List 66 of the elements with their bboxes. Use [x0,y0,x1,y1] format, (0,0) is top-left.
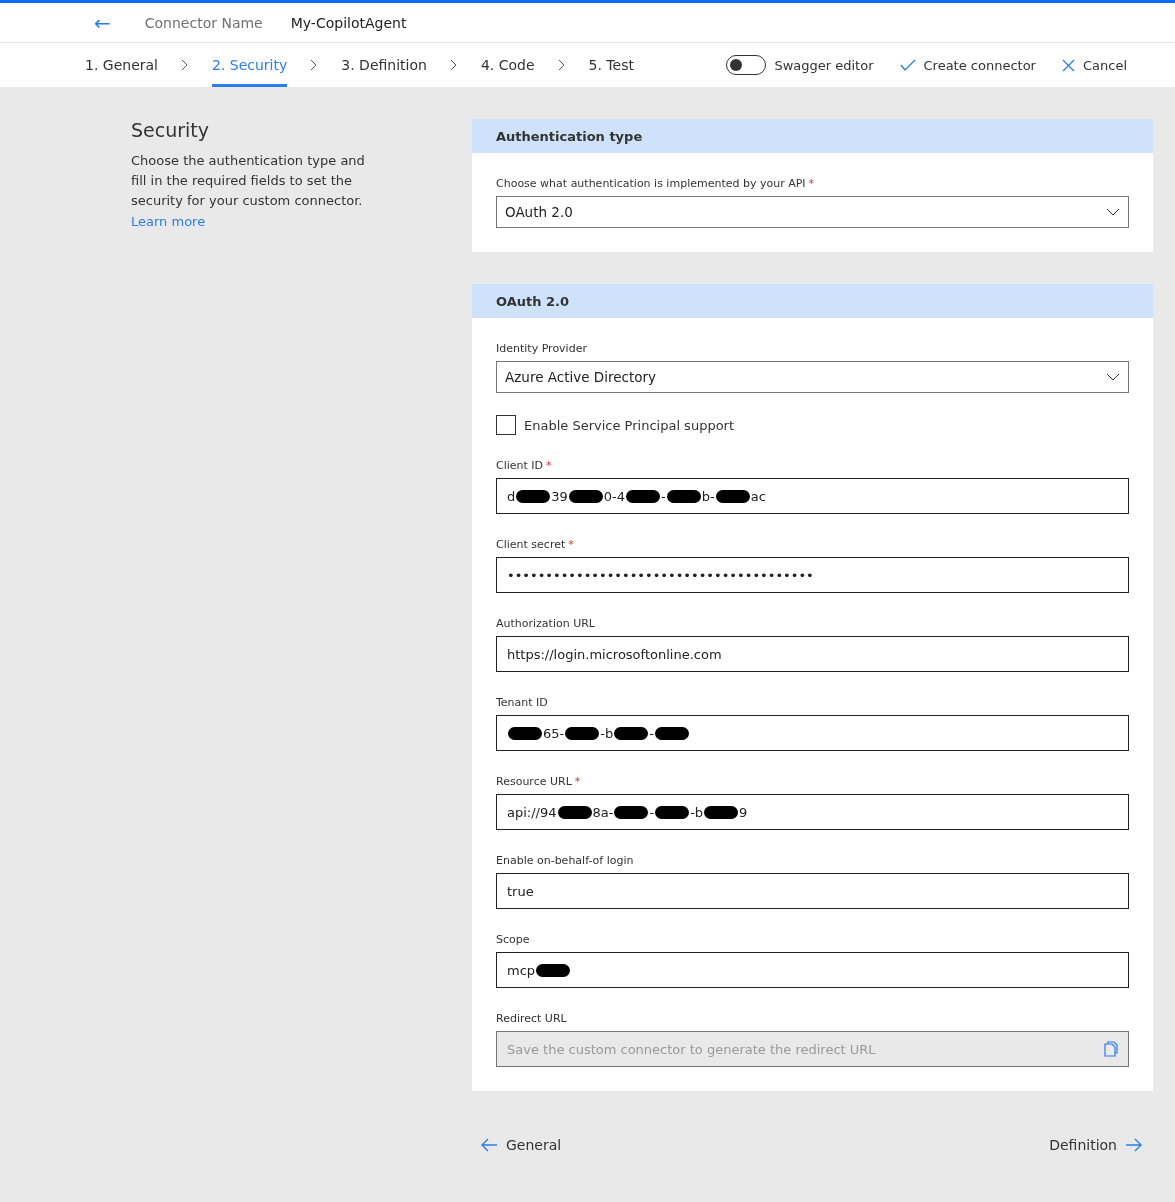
redaction-mark [715,489,750,503]
input-field[interactable]: true [496,873,1129,909]
previous-button[interactable]: General [480,1137,562,1153]
checkbox[interactable] [496,415,516,435]
dropdown[interactable]: OAuth 2.0 [496,196,1129,228]
redaction-mark [666,489,701,503]
connector-name: My-CopilotAgent [290,14,407,31]
chevron-right-icon [180,59,190,71]
input-field[interactable]: 65- -b - [496,715,1129,751]
section-description: Choose the authentication type and fill in the required fields to set the security for your custom connector. [131,152,366,210]
connector-name-label: Connector Name [144,14,263,31]
checkbox-label: Enable Service Principal support [524,417,735,433]
field-label: Identity Provider [496,342,587,355]
swagger-editor-toggle[interactable]: Swagger editor [726,43,874,87]
back-button[interactable]: ← [90,10,115,35]
input-field[interactable]: mcp [496,952,1129,988]
input-field[interactable]: •••••••••••••••••••••••••••••••••••••••• [496,557,1129,593]
redaction-mark [704,805,739,819]
next-button[interactable]: Definition [1049,1137,1143,1153]
arrow-left-icon [480,1138,498,1152]
required-mark: * [808,177,815,190]
field-label: Authorization URL [496,617,595,630]
cancel-button[interactable]: Cancel [1061,43,1127,87]
step-tab[interactable]: 2. Security [212,43,288,87]
redaction-mark [565,726,600,740]
copy-icon[interactable] [1104,1041,1118,1057]
input-field[interactable]: https://login.microsoftonline.com [496,636,1129,672]
redaction-mark [508,726,542,740]
step-tab[interactable]: 5. Test [588,43,634,87]
step-tab[interactable]: 1. General [85,43,158,87]
redaction-mark [568,489,603,503]
redaction-mark [614,726,649,740]
redaction-mark [614,805,649,819]
required-mark: * [568,538,574,551]
field-label: Scope [496,933,530,946]
input-field[interactable]: api://94 8a- - -b 9 [496,794,1129,830]
section-title: Security [131,119,211,141]
redaction-mark [516,489,551,503]
chevron-down-icon [1106,208,1120,216]
input-field[interactable]: d 39 0-4 - b- ac [496,478,1129,514]
field-label: Enable on-behalf-of login [496,854,634,867]
field-label: Tenant ID [496,696,548,709]
check-icon [899,59,916,71]
step-tab[interactable]: 3. Definition [341,43,427,87]
create-connector-button[interactable]: Create connector [899,43,1036,87]
required-mark: * [574,775,581,788]
card-header: OAuth 2.0 [472,284,1153,318]
redaction-mark [655,805,690,819]
redaction-mark [557,805,592,819]
chevron-right-icon [448,59,459,71]
redaction-mark [626,489,661,503]
redaction-mark [536,963,571,977]
field-label: Client ID [496,459,544,472]
chevron-down-icon [1106,373,1120,381]
required-mark: * [546,459,552,472]
field-label: Choose what authentication is implemented by your API [496,177,806,190]
dropdown[interactable]: Azure Active Directory [496,361,1129,393]
field-label: Client secret [496,538,566,551]
field-label: Redirect URL [496,1012,567,1025]
step-tab[interactable]: 4. Code [480,43,535,87]
close-icon [1061,58,1075,72]
chevron-right-icon [556,59,567,71]
redaction-mark [654,726,689,740]
arrow-right-icon [1125,1138,1143,1152]
card-header: Authentication type [472,119,1153,153]
field-label: Resource URL [496,775,572,788]
